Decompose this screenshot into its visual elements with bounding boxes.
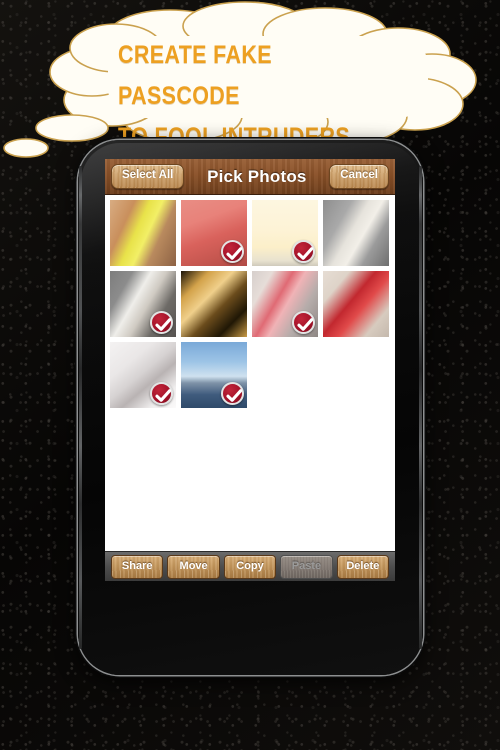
- photo-grid: [105, 195, 395, 543]
- paste-button: Paste: [280, 554, 333, 579]
- photo-thumbnail: [323, 200, 389, 266]
- photo-cell[interactable]: [110, 271, 176, 337]
- photo-cell[interactable]: [323, 271, 389, 337]
- photo-cell[interactable]: [181, 342, 247, 408]
- check-icon: [221, 382, 244, 405]
- photo-cell[interactable]: [110, 342, 176, 408]
- promo-screenshot: CREATE FAKE PASSCODE TO FOOL INTRUDERS S…: [0, 0, 500, 750]
- photo-thumbnail: [181, 271, 247, 337]
- page-title: Pick Photos: [207, 166, 307, 186]
- check-icon: [221, 240, 244, 263]
- share-button[interactable]: Share: [111, 554, 164, 579]
- check-icon: [150, 382, 173, 405]
- photo-cell[interactable]: [181, 200, 247, 266]
- select-all-button[interactable]: Select All: [111, 164, 185, 189]
- app-navbar: Select All Pick Photos Cancel: [105, 159, 395, 195]
- check-icon: [292, 311, 315, 334]
- photo-cell[interactable]: [252, 200, 318, 266]
- photo-cell[interactable]: [323, 200, 389, 266]
- device-bezel-right: [419, 166, 422, 649]
- action-toolbar: Share Move Copy Paste Delete: [105, 551, 395, 581]
- photo-thumbnail: [323, 271, 389, 337]
- device-bezel-left: [79, 166, 82, 649]
- copy-button[interactable]: Copy: [223, 554, 277, 579]
- photo-thumbnail: [110, 200, 176, 266]
- photo-cell[interactable]: [110, 200, 176, 266]
- check-icon: [150, 311, 173, 334]
- cancel-button[interactable]: Cancel: [329, 164, 389, 189]
- move-button[interactable]: Move: [167, 554, 220, 579]
- promo-headline-line1: CREATE FAKE PASSCODE: [118, 41, 272, 110]
- check-icon: [292, 240, 315, 263]
- device-screen: Select All Pick Photos Cancel Share Move C…: [105, 159, 395, 581]
- photo-cell[interactable]: [252, 271, 318, 337]
- iphone-device: Select All Pick Photos Cancel Share Move C…: [78, 140, 423, 675]
- delete-button[interactable]: Delete: [336, 554, 390, 579]
- photo-cell[interactable]: [181, 271, 247, 337]
